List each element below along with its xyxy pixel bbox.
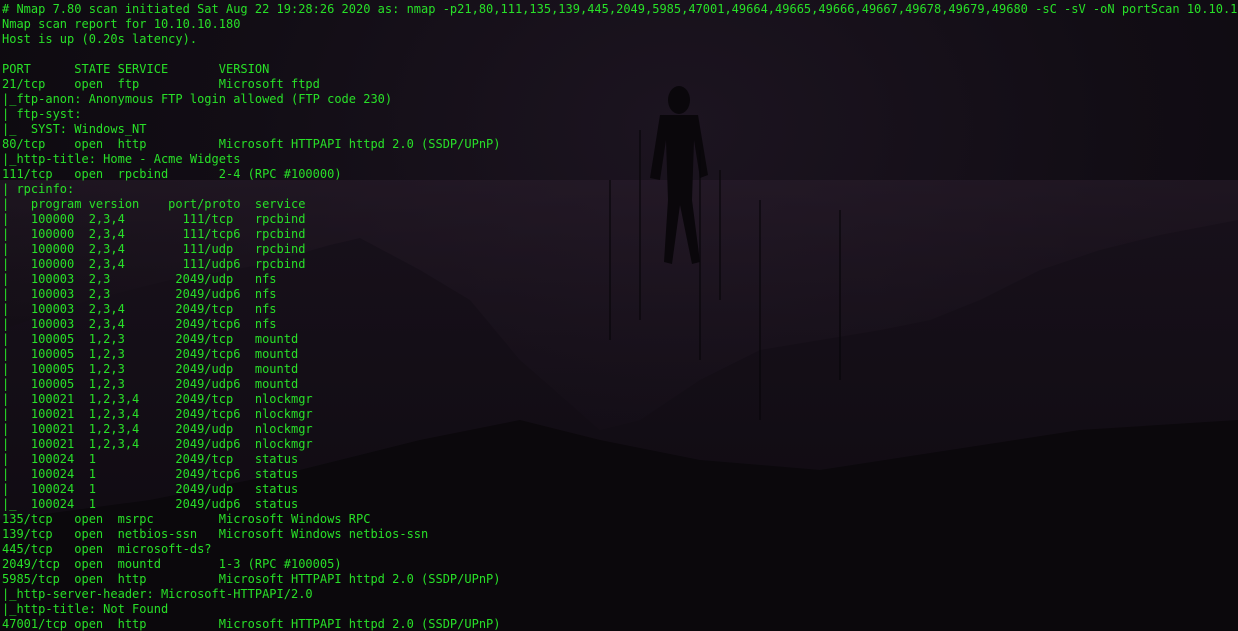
terminal-line: | 100021 1,2,3,4 2049/tcp nlockmgr [2, 392, 313, 406]
terminal-line: | 100005 1,2,3 2049/udp6 mountd [2, 377, 299, 391]
terminal-line: | rpcinfo: [2, 182, 75, 196]
terminal-line: | 100005 1,2,3 2049/tcp6 mountd [2, 347, 299, 361]
terminal-line: Host is up (0.20s latency). [2, 32, 198, 46]
terminal-line: | 100003 2,3,4 2049/tcp nfs [2, 302, 277, 316]
terminal-line: | 100005 1,2,3 2049/tcp mountd [2, 332, 299, 346]
terminal-line: | 100003 2,3 2049/udp6 nfs [2, 287, 277, 301]
terminal-line: 21/tcp open ftp Microsoft ftpd [2, 77, 320, 91]
terminal-line: 111/tcp open rpcbind 2-4 (RPC #100000) [2, 167, 342, 181]
terminal-line: | 100000 2,3,4 111/udp6 rpcbind [2, 257, 306, 271]
terminal-line: | 100024 1 2049/tcp status [2, 452, 299, 466]
terminal-line: |_ SYST: Windows_NT [2, 122, 147, 136]
terminal-line: | 100021 1,2,3,4 2049/udp nlockmgr [2, 422, 313, 436]
terminal-line: | 100021 1,2,3,4 2049/tcp6 nlockmgr [2, 407, 313, 421]
terminal-line: PORT STATE SERVICE VERSION [2, 62, 270, 76]
terminal-line: | ftp-syst: [2, 107, 82, 121]
terminal-line: | 100003 2,3 2049/udp nfs [2, 272, 277, 286]
terminal-line: 135/tcp open msrpc Microsoft Windows RPC [2, 512, 371, 526]
terminal-line: | 100024 1 2049/tcp6 status [2, 467, 299, 481]
terminal-output[interactable]: # Nmap 7.80 scan initiated Sat Aug 22 19… [2, 2, 1238, 631]
terminal-line: 5985/tcp open http Microsoft HTTPAPI htt… [2, 572, 501, 586]
terminal-line: # Nmap 7.80 scan initiated Sat Aug 22 19… [2, 2, 1238, 16]
terminal-window[interactable]: # Nmap 7.80 scan initiated Sat Aug 22 19… [0, 0, 1238, 631]
terminal-line: |_ 100024 1 2049/udp6 status [2, 497, 299, 511]
terminal-line: | 100005 1,2,3 2049/udp mountd [2, 362, 299, 376]
terminal-line: Nmap scan report for 10.10.10.180 [2, 17, 241, 31]
terminal-line: | 100000 2,3,4 111/tcp6 rpcbind [2, 227, 306, 241]
terminal-line: 47001/tcp open http Microsoft HTTPAPI ht… [2, 617, 501, 631]
terminal-line: 139/tcp open netbios-ssn Microsoft Windo… [2, 527, 429, 541]
terminal-line: |_http-server-header: Microsoft-HTTPAPI/… [2, 587, 313, 601]
terminal-line: 2049/tcp open mountd 1-3 (RPC #100005) [2, 557, 342, 571]
terminal-line: | 100000 2,3,4 111/tcp rpcbind [2, 212, 306, 226]
terminal-line: |_http-title: Not Found [2, 602, 169, 616]
terminal-line: |_ftp-anon: Anonymous FTP login allowed … [2, 92, 393, 106]
terminal-line: | 100003 2,3,4 2049/tcp6 nfs [2, 317, 277, 331]
terminal-line: 445/tcp open microsoft-ds? [2, 542, 212, 556]
terminal-line: |_http-title: Home - Acme Widgets [2, 152, 241, 166]
terminal-line: | program version port/proto service [2, 197, 306, 211]
terminal-line: | 100024 1 2049/udp status [2, 482, 299, 496]
terminal-line: 80/tcp open http Microsoft HTTPAPI httpd… [2, 137, 501, 151]
terminal-line: | 100000 2,3,4 111/udp rpcbind [2, 242, 306, 256]
terminal-line: | 100021 1,2,3,4 2049/udp6 nlockmgr [2, 437, 313, 451]
